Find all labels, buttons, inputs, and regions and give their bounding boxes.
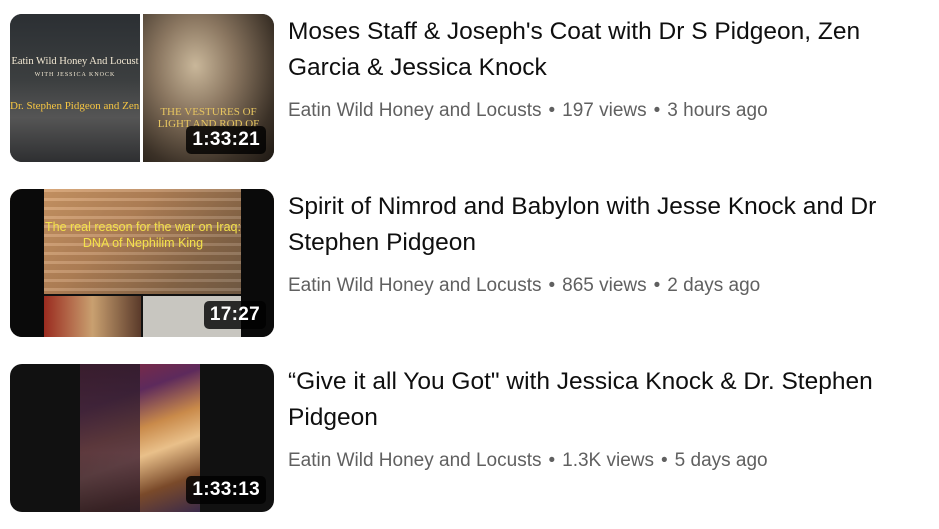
separator-dot: •: [653, 275, 661, 296]
separator-dot: •: [653, 100, 661, 121]
video-thumbnail[interactable]: 1:33:13: [10, 364, 274, 512]
thumbnail-text: WITH JESSICA KNOCK: [34, 72, 116, 78]
channel-name[interactable]: Eatin Wild Honey and Locusts: [288, 450, 541, 471]
view-count: 197 views: [562, 100, 647, 121]
thumbnail-art-top: The real reason for the war on Iraq: DNA…: [10, 189, 274, 294]
view-count: 865 views: [562, 275, 647, 296]
upload-age: 2 days ago: [667, 275, 761, 296]
thumbnail-text: Dr. Stephen Pidgeon and Zen Garcia: [10, 100, 140, 112]
video-list: Eatin Wild Honey And Locust WITH JESSICA…: [0, 0, 939, 529]
thumbnail-art-bottom-left: [44, 296, 141, 337]
separator-dot: •: [548, 275, 556, 296]
separator-dot: •: [548, 450, 556, 471]
video-metadata: Eatin Wild Honey and Locusts • 197 views • 3…: [288, 100, 768, 122]
thumbnail-letterbox: [10, 189, 44, 337]
duration-badge: 1:33:21: [186, 126, 266, 154]
thumbnail-caption: Eatin Wild Honey And Locust WITH JESSICA…: [10, 56, 140, 81]
video-thumbnail[interactable]: Eatin Wild Honey And Locust WITH JESSICA…: [10, 14, 274, 162]
separator-dot: •: [548, 100, 556, 121]
video-metadata: Eatin Wild Honey and Locusts • 865 views • 2…: [288, 275, 760, 297]
thumbnail-art-detail: [80, 364, 140, 512]
video-title[interactable]: Spirit of Nimrod and Babylon with Jesse …: [288, 189, 928, 261]
thumbnail-art-left: Eatin Wild Honey And Locust WITH JESSICA…: [10, 14, 140, 162]
duration-badge: 17:27: [203, 301, 266, 329]
video-item: Eatin Wild Honey And Locust WITH JESSICA…: [0, 14, 939, 164]
channel-name[interactable]: Eatin Wild Honey and Locusts: [288, 275, 541, 296]
video-thumbnail[interactable]: The real reason for the war on Iraq: DNA…: [10, 189, 274, 337]
video-title[interactable]: Moses Staff & Joseph's Coat with Dr S Pi…: [288, 14, 928, 86]
thumbnail-text: Eatin Wild Honey And Locust: [11, 56, 139, 67]
thumbnail-art: [80, 364, 200, 512]
thumbnail-text: The real reason for the war on Iraq: DNA…: [45, 220, 241, 250]
upload-age: 5 days ago: [674, 450, 768, 471]
video-metadata: Eatin Wild Honey and Locusts • 1.3K views •…: [288, 450, 768, 472]
duration-badge: 1:33:13: [186, 476, 266, 504]
view-count: 1.3K views: [562, 450, 654, 471]
video-item: The real reason for the war on Iraq: DNA…: [0, 189, 939, 339]
video-item: 1:33:13 “Give it all You Got" with Jessi…: [0, 364, 939, 514]
channel-name[interactable]: Eatin Wild Honey and Locusts: [288, 100, 541, 121]
upload-age: 3 hours ago: [667, 100, 768, 121]
video-title[interactable]: “Give it all You Got" with Jessica Knock…: [288, 364, 928, 436]
separator-dot: •: [661, 450, 668, 471]
